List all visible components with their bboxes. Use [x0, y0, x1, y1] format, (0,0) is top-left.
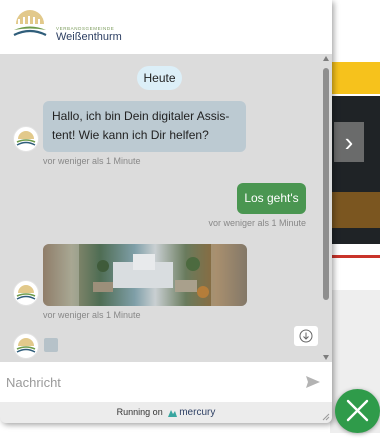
bot-avatar [13, 280, 39, 306]
bot-message-line-2: tent! Wie kann ich Dir helfen? [52, 128, 209, 142]
background-image-slider [330, 96, 380, 244]
logo-name: Weißenthurm [56, 31, 122, 43]
logo: VERBANDSGEMEINDE Weißenthurm [12, 10, 122, 44]
message-input[interactable] [0, 362, 290, 402]
composer [0, 362, 332, 402]
powered-by-footer: Running on mercury [0, 402, 332, 423]
background-red-line [330, 255, 380, 258]
bot-avatar [13, 126, 39, 152]
close-icon [346, 399, 369, 422]
resize-grip-icon[interactable] [322, 413, 330, 421]
mercury-logo-icon [168, 409, 178, 417]
bot-avatar [13, 333, 39, 359]
running-on-label: Running on [116, 407, 163, 417]
bot-message-time: vor weniger als 1 Minute [43, 156, 141, 166]
scroll-to-bottom-button[interactable] [294, 326, 318, 346]
scroll-up-arrow-icon[interactable] [323, 56, 329, 61]
bot-avatar-icon [16, 285, 36, 300]
scroll-down-arrow-icon[interactable] [323, 355, 329, 360]
logo-emblem-icon [13, 10, 47, 36]
mercury-brand[interactable]: mercury [179, 407, 215, 418]
bot-message-line-1: Hallo, ich bin Dein digitaler Assis- [52, 109, 230, 123]
bot-avatar-icon [16, 338, 36, 353]
background-yellow-bar [330, 62, 380, 94]
date-separator: Heute [137, 66, 182, 90]
image-message-time: vor weniger als 1 Minute [43, 310, 141, 320]
message-scrollbar[interactable] [320, 54, 332, 362]
user-message-bubble: Los geht's [237, 183, 306, 214]
chat-header: VERBANDSGEMEINDE Weißenthurm [0, 0, 332, 54]
typing-indicator [44, 338, 58, 352]
slider-next-button[interactable]: › [334, 122, 364, 162]
bot-avatar-icon [16, 131, 36, 146]
close-chat-button[interactable] [335, 389, 380, 433]
send-icon[interactable] [305, 374, 321, 390]
message-list[interactable]: Heute Hallo, ich bin Dein digitaler Assi… [0, 54, 320, 362]
chat-widget: VERBANDSGEMEINDE Weißenthurm Heute Hallo… [0, 0, 332, 423]
user-message-time: vor weniger als 1 Minute [208, 218, 306, 228]
arrow-down-circle-icon [299, 329, 313, 343]
chevron-right-icon: › [344, 127, 354, 157]
image-carousel-message[interactable] [43, 244, 247, 306]
bot-message-bubble: Hallo, ich bin Dein digitaler Assis- ten… [43, 101, 246, 152]
scrollbar-thumb[interactable] [323, 68, 329, 300]
